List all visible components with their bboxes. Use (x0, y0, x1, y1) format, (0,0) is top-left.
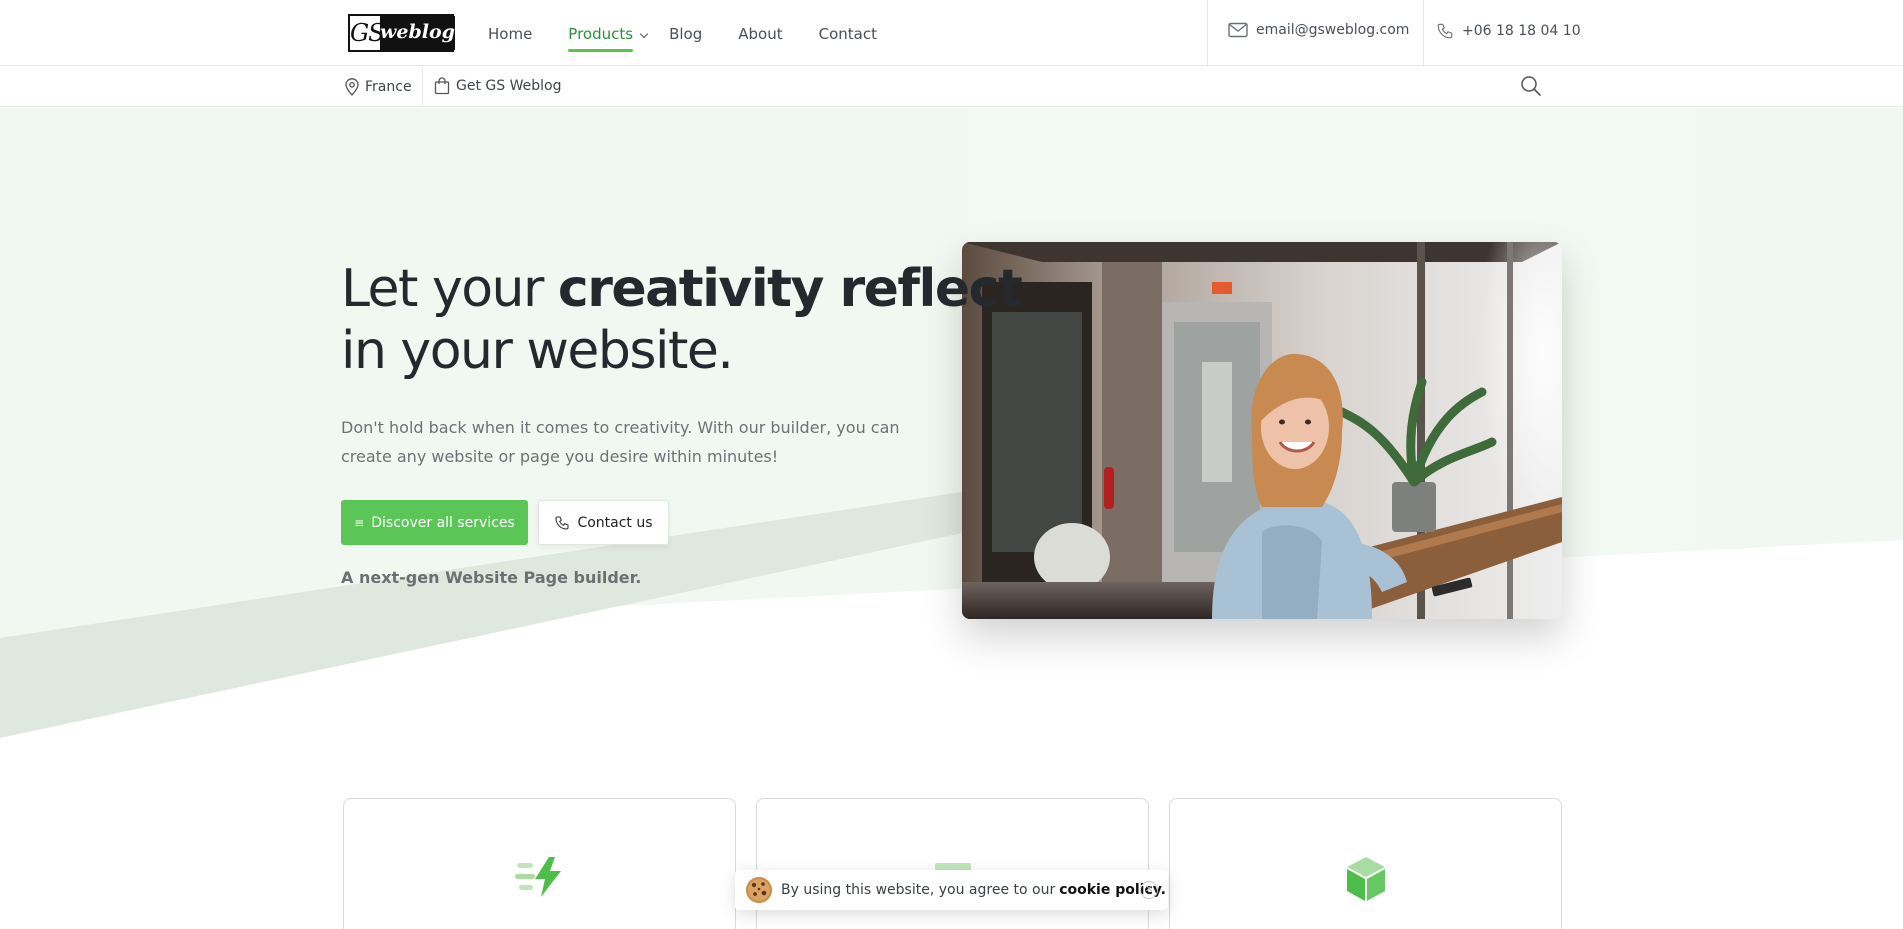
headline-suffix: in your website. (341, 321, 734, 381)
headline-prefix: Let your (341, 259, 558, 319)
logo-mark: GS (350, 19, 385, 47)
headline-highlight-text: creativity reflect (557, 259, 1023, 319)
email-icon (1228, 22, 1248, 38)
shopping-bag-icon (434, 77, 450, 95)
cookie-text: By using this website, you agree to our (781, 882, 1056, 898)
lightning-icon (514, 857, 561, 897)
search-button[interactable] (1520, 75, 1544, 99)
top-header: GS weblog Home Products Blog About Conta… (0, 0, 1903, 66)
phone-icon (1437, 23, 1453, 39)
feature-card-speed[interactable] (343, 798, 736, 929)
phone-text: +06 18 18 04 10 (1462, 23, 1581, 39)
cube-icon (1346, 857, 1385, 901)
search-icon (1521, 76, 1541, 96)
email-link[interactable]: email@gsweblog.com (1228, 22, 1409, 38)
contact-us-button[interactable]: Contact us (538, 500, 669, 545)
hero-photo (962, 242, 1562, 619)
main-nav: Home Products Blog About Contact (488, 22, 913, 52)
logo-wordmark: weblog (380, 16, 455, 50)
discover-services-label: Discover all services (371, 514, 515, 531)
hero-description: Don't hold back when it comes to creativ… (341, 418, 900, 466)
nav-item-blog[interactable]: Blog (669, 22, 702, 46)
woman-in-cafe-illustration (962, 242, 1562, 619)
nav-item-contact[interactable]: Contact (819, 22, 877, 46)
contact-us-label: Contact us (577, 514, 653, 531)
get-gs-weblog-link[interactable]: Get GS Weblog (434, 77, 561, 95)
menu-lines-icon: ≡ (354, 515, 365, 530)
nav-item-home[interactable]: Home (488, 22, 532, 46)
hero-section: Let your creativity reflect in your webs… (0, 108, 1903, 768)
nav-item-products-label: Products (568, 25, 634, 43)
subheader-divider (422, 67, 423, 107)
discover-services-button[interactable]: ≡ Discover all services (341, 500, 528, 545)
phone-icon (555, 515, 569, 530)
feature-card-blocks[interactable] (1169, 798, 1562, 929)
cookie-banner: By using this website, you agree to our … (735, 870, 1168, 910)
phone-link[interactable]: +06 18 18 04 10 (1436, 22, 1581, 40)
header-divider (1207, 0, 1208, 66)
sub-header: France Get GS Weblog (0, 67, 1903, 107)
nav-item-products[interactable]: Products (568, 22, 649, 52)
location-selector[interactable]: France (345, 78, 412, 96)
location-pin-icon (345, 78, 359, 96)
nav-item-about[interactable]: About (738, 22, 782, 46)
email-text: email@gsweblog.com (1256, 22, 1410, 38)
cookie-icon (746, 877, 772, 903)
hero-headline: Let your creativity reflect in your webs… (341, 258, 1023, 382)
headline-highlight: creativity reflect (557, 258, 1023, 320)
chevron-down-icon (639, 29, 649, 39)
location-label: France (365, 79, 412, 95)
get-gs-weblog-label: Get GS Weblog (456, 78, 562, 94)
hero-background-shape (0, 108, 1903, 768)
header-divider (1423, 0, 1424, 66)
site-logo[interactable]: GS weblog (348, 14, 455, 52)
hero-tagline: A next-gen Website Page builder. (341, 568, 642, 587)
close-icon[interactable]: ✕ (1140, 881, 1158, 899)
